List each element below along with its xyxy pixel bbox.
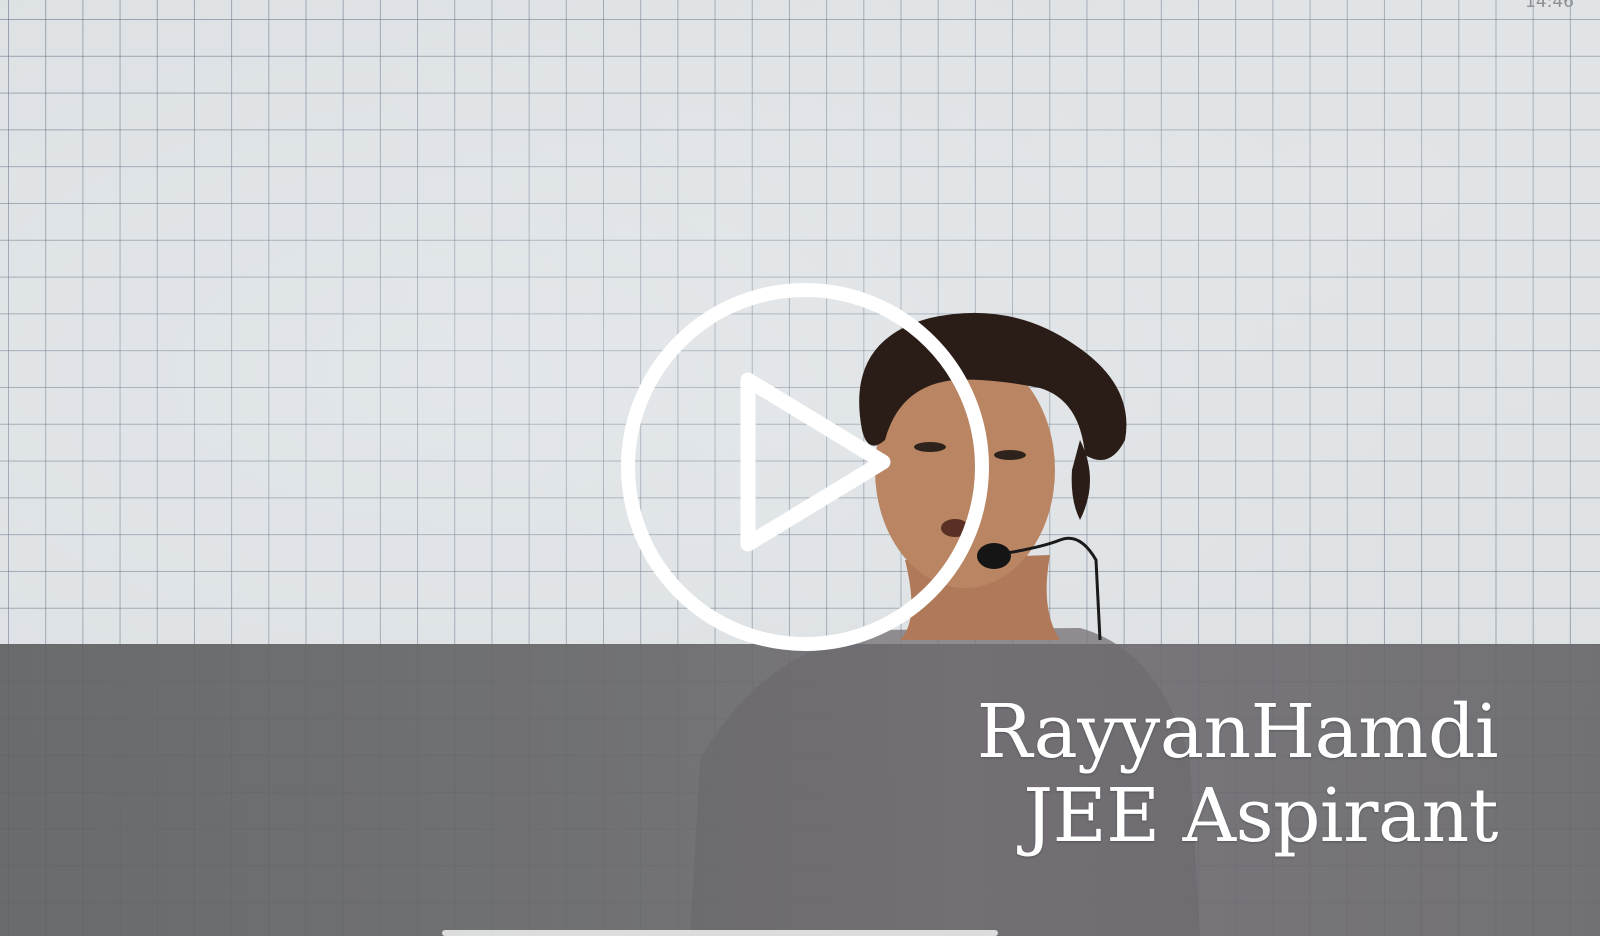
video-player[interactable]: 14:46 RayyanHamdi JEE Aspirant bbox=[0, 0, 1600, 936]
video-progress-bar[interactable] bbox=[442, 930, 998, 936]
caption-name: RayyanHamdi bbox=[976, 689, 1499, 775]
play-button[interactable] bbox=[620, 282, 990, 652]
caption-role: JEE Aspirant bbox=[1023, 773, 1498, 859]
caption-text: RayyanHamdi JEE Aspirant bbox=[976, 689, 1499, 859]
play-icon bbox=[621, 283, 989, 651]
